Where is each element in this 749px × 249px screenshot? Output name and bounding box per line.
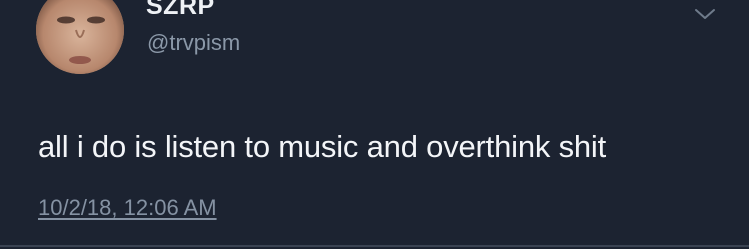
avatar-image <box>36 0 124 74</box>
user-handle[interactable]: @trvpism <box>147 30 240 56</box>
tweet-text: all i do is listen to music and overthin… <box>38 129 607 164</box>
avatar[interactable] <box>36 0 124 74</box>
divider <box>0 245 749 247</box>
tweet-card: SZRP @trvpism all i do is listen to musi… <box>0 0 749 249</box>
chevron-down-icon[interactable] <box>690 4 720 24</box>
tweet-timestamp[interactable]: 10/2/18, 12:06 AM <box>38 195 217 221</box>
display-name[interactable]: SZRP <box>146 0 215 21</box>
